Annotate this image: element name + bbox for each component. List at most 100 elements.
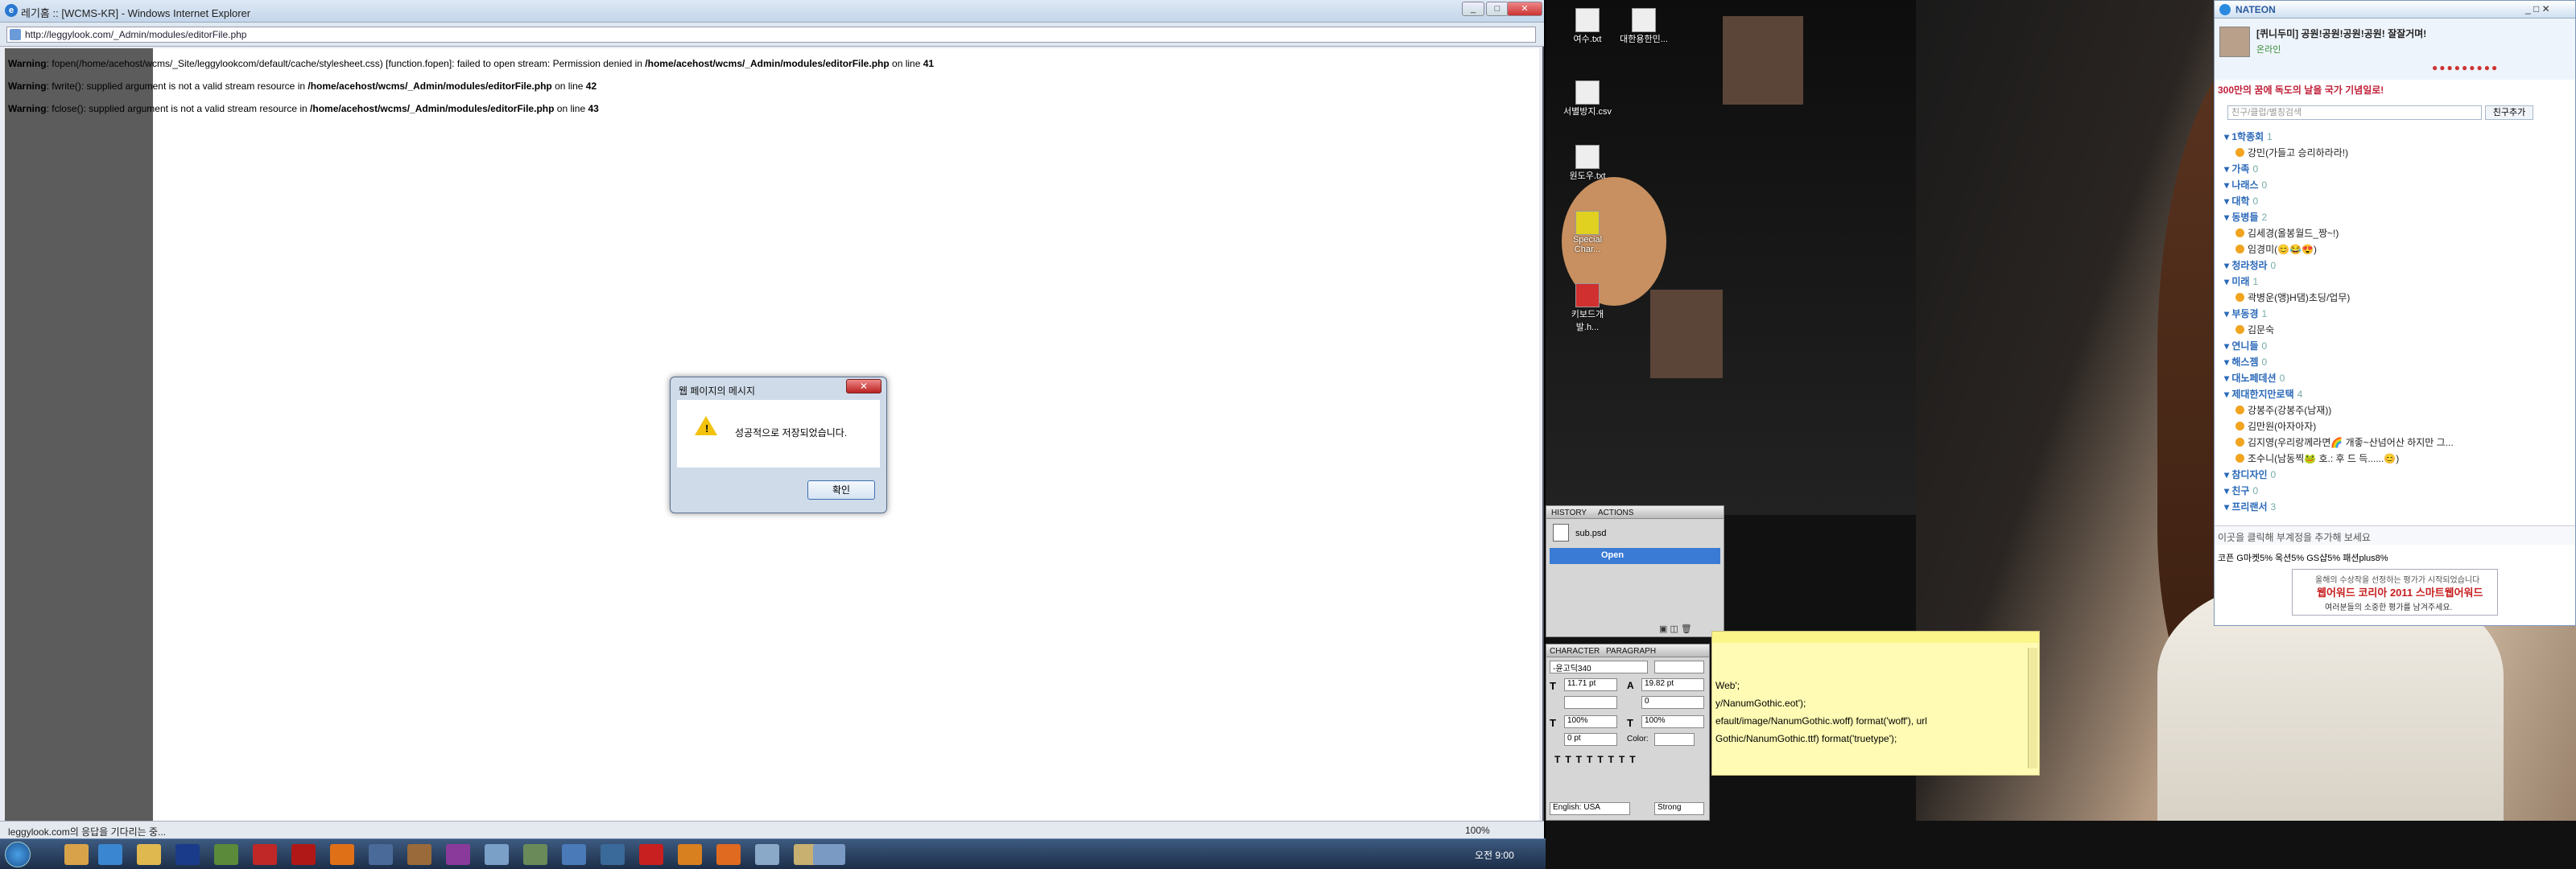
desktop-icon[interactable]: 키보드개발.h... <box>1562 283 1613 333</box>
minimize-button[interactable]: _ <box>1462 2 1484 16</box>
nateon-ticker[interactable]: 코픈 G마켓5% 옥션5% GS샵5% 패션plus8% <box>2218 551 2388 564</box>
friend-item[interactable]: 임경미(😊😂😍) <box>2235 242 2317 256</box>
friend-group[interactable]: ▾ 대학 0 <box>2224 194 2258 208</box>
friend-group[interactable]: ▾ 나래스 0 <box>2224 178 2267 192</box>
close-button[interactable]: ✕ <box>1507 2 1542 16</box>
horizontal-scale-field[interactable]: 100% <box>1641 715 1704 728</box>
dialog-close-button[interactable]: ✕ <box>846 379 881 393</box>
friend-group[interactable]: ▾ 가족 0 <box>2224 162 2258 175</box>
ok-button[interactable]: 확인 <box>807 480 875 500</box>
group-count: 0 <box>2261 179 2268 191</box>
kerning-field[interactable] <box>1564 696 1617 709</box>
zoom-level[interactable]: 100% <box>1465 825 1490 836</box>
warning-line-number: 42 <box>585 80 597 92</box>
taskbar-app3-icon[interactable] <box>330 844 354 865</box>
color-swatch[interactable] <box>1654 733 1695 746</box>
friend-group[interactable]: ▾ 부동경 1 <box>2224 307 2267 320</box>
friend-item[interactable]: 강봉주(강봉주(남재)) <box>2235 403 2331 417</box>
taskbar-app13-icon[interactable] <box>755 844 779 865</box>
nateon-titlebar[interactable]: NATEON _ □ ✕ <box>2215 1 2575 19</box>
clock[interactable]: 오전 9:00 <box>1475 848 1514 862</box>
friend-item[interactable]: 김세경(올봉월드_짱~!) <box>2235 226 2339 240</box>
taskbar-app10-icon[interactable] <box>601 844 625 865</box>
nateon-memo-row[interactable]: 이곳을 클릭해 부계정을 추가해 보세요 <box>2215 525 2575 545</box>
friend-item[interactable]: 곽병운(앵}H댐)초딩/업무) <box>2235 290 2350 304</box>
tab-history[interactable]: HISTORY <box>1551 509 1587 517</box>
taskbar-chrome-icon[interactable] <box>64 844 89 865</box>
maximize-button[interactable]: □ <box>1486 2 1509 16</box>
tracking-field[interactable]: 0 <box>1641 696 1704 709</box>
tab-actions[interactable]: ACTIONS <box>1598 509 1633 517</box>
taskbar-app9-icon[interactable] <box>562 844 586 865</box>
taskbar-app11-icon[interactable] <box>639 844 663 865</box>
taskbar-app5-icon[interactable] <box>407 844 431 865</box>
friend-group[interactable]: ▾ 프리랜서 3 <box>2224 500 2276 513</box>
history-open-row[interactable]: Open <box>1550 548 1720 564</box>
taskbar-app6-icon[interactable] <box>446 844 470 865</box>
profile-status[interactable]: 온라인 <box>2256 43 2281 56</box>
friend-group[interactable]: ▾ 참디자인 0 <box>2224 467 2276 481</box>
desktop-icon[interactable]: 대한용한민... <box>1618 8 1670 45</box>
friend-item[interactable]: 김지영(우리랑께라면🌈 개좋~산넘어산 하지만 그... <box>2235 435 2454 449</box>
desktop-icon[interactable]: Special Char... <box>1562 211 1613 254</box>
friend-group[interactable]: ▾ 미래 1 <box>2224 274 2258 288</box>
nateon-ad-banner[interactable]: 올해의 수상작을 선정하는 평가가 시작되었습니다 웹어워드 코리아 2011 … <box>2292 569 2498 616</box>
antialias-select[interactable]: Strong <box>1654 802 1704 815</box>
online-status-icon <box>2235 148 2244 157</box>
taskbar-acrobat-icon[interactable] <box>253 844 277 865</box>
taskbar-app8-icon[interactable] <box>523 844 547 865</box>
font-style-select[interactable] <box>1654 661 1704 673</box>
friend-group[interactable]: ▾ 연니들 0 <box>2224 339 2267 352</box>
friend-item[interactable]: 김만원(아자아자) <box>2235 419 2316 433</box>
friend-group[interactable]: ▾ 동병들 2 <box>2224 210 2267 224</box>
add-friend-button[interactable]: 친구추가 <box>2485 105 2533 120</box>
sticky-note-header[interactable] <box>1712 632 2039 643</box>
friend-item[interactable]: 강민(가들고 승리하라라!) <box>2235 146 2348 159</box>
search-input[interactable]: 친구/클럽/별칭검색 <box>2227 105 2482 120</box>
desktop-icon[interactable]: 서별방지.csv <box>1562 80 1613 117</box>
nateon-notice[interactable]: 300만의 꿈에 독도의 날을 국가 기념일로! <box>2218 83 2384 97</box>
sticky-scrollbar[interactable] <box>2028 648 2037 768</box>
desktop-icon[interactable]: 여수.txt <box>1562 8 1613 45</box>
tab-character[interactable]: CHARACTER <box>1550 647 1600 656</box>
friend-group[interactable]: ▾ 1학종회 1 <box>2224 130 2273 143</box>
history-footer-icons[interactable]: ▣ ◫ 🗑 <box>1659 624 1692 634</box>
taskbar-photoshop-icon[interactable] <box>175 844 200 865</box>
language-select[interactable]: English: USA <box>1550 802 1630 815</box>
baseline-field[interactable]: 0 pt <box>1564 733 1617 746</box>
taskbar-firefox-icon[interactable] <box>716 844 741 865</box>
vertical-scale-field[interactable]: 100% <box>1564 715 1617 728</box>
friend-group[interactable]: ▾ 제대한지만로택 4 <box>2224 387 2302 401</box>
url-field[interactable]: http://leggylook.com/_Admin/modules/edit… <box>6 27 1536 43</box>
friend-item[interactable]: 조수니(남동찍🐸 호.: 후 드 득......😊) <box>2235 451 2399 465</box>
taskbar-folder-icon[interactable] <box>137 844 161 865</box>
friend-group[interactable]: ▾ 청라청라 0 <box>2224 258 2276 272</box>
avatar[interactable] <box>2219 27 2250 57</box>
font-family-select[interactable]: -윤고딕340 <box>1550 661 1648 673</box>
start-button[interactable] <box>5 842 31 867</box>
friend-group[interactable]: ▾ 대노페데션 0 <box>2224 371 2285 385</box>
profile-name[interactable]: [퀴니두미] 공원!공원!공원!공원! 잘잘거며! <box>2256 27 2426 40</box>
nateon-toolbar-icons[interactable]: ●●●●●●●●● <box>2432 62 2499 73</box>
friend-group[interactable]: ▾ 친구 0 <box>2224 484 2258 497</box>
desktop-icon[interactable]: 원도우.txt <box>1562 145 1613 182</box>
taskbar-app-icon[interactable] <box>214 844 238 865</box>
taskbar-app12-icon[interactable] <box>678 844 702 865</box>
tab-paragraph[interactable]: PARAGRAPH <box>1606 647 1656 656</box>
text-style-buttons[interactable]: TTTTTTTT <box>1554 754 1641 765</box>
font-size-field[interactable]: 11.71 pt <box>1564 678 1617 691</box>
nateon-window-controls[interactable]: _ □ ✕ <box>2525 3 2550 14</box>
friend-list: ▾ 1학종회 1 강민(가들고 승리하라라!) ▾ 가족 0 ▾ 나래스 0 ▾ 대학 0 ▾ 동… <box>2215 126 2575 521</box>
taskbar-app2-icon[interactable] <box>291 844 316 865</box>
leading-field[interactable]: 19.82 pt <box>1641 678 1704 691</box>
taskbar-app4-icon[interactable] <box>369 844 393 865</box>
taskbar-ie-icon[interactable] <box>98 844 122 865</box>
taskbar-app7-icon[interactable] <box>485 844 509 865</box>
group-count: 0 <box>2252 163 2259 175</box>
ie-titlebar[interactable]: e 레기홈 :: [WCMS-KR] - Windows Internet Ex… <box>0 0 1544 23</box>
taskbar-active-app[interactable] <box>813 844 845 865</box>
sticky-note[interactable]: Web'; y/NanumGothic.eot'); efault/image/… <box>1711 631 2040 776</box>
friend-group[interactable]: ▾ 해스젬 0 <box>2224 355 2267 369</box>
history-file[interactable]: sub.psd <box>1575 529 1607 538</box>
friend-item[interactable]: 김문숙 <box>2235 323 2274 336</box>
